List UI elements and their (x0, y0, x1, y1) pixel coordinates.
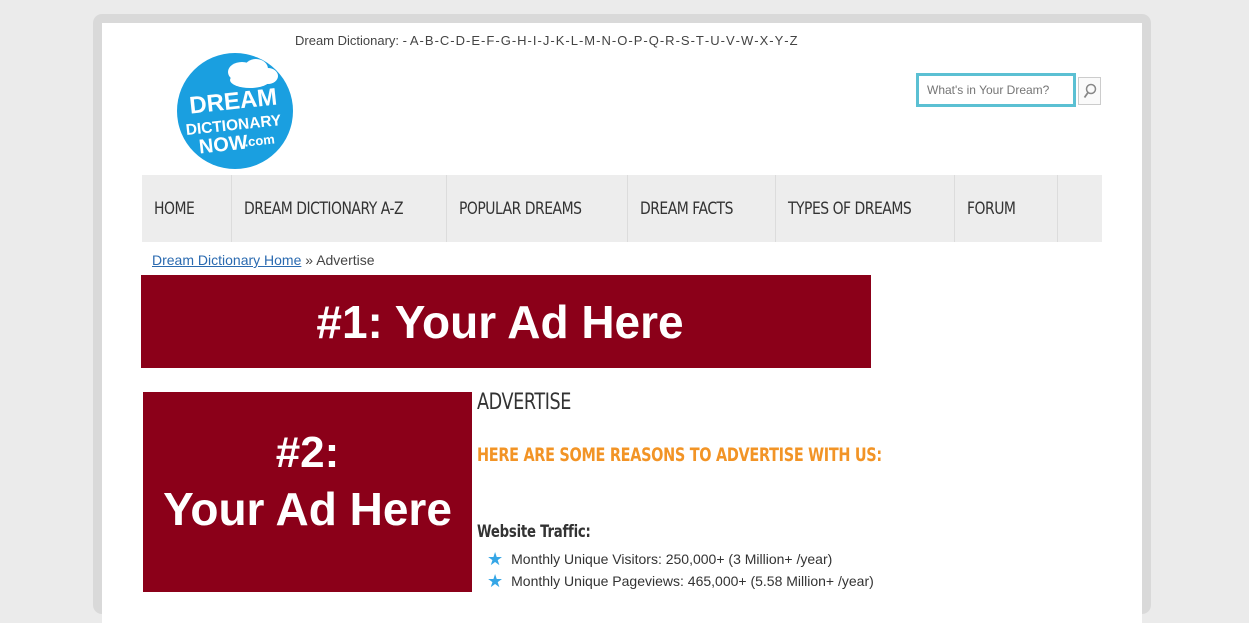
list-item: ★ Monthly Unique Visitors: 250,000+ (3 Mi… (487, 549, 833, 569)
alphabet-link-o[interactable]: O (617, 33, 627, 48)
alphabet-separator: - (550, 33, 555, 48)
alphabet-separator: - (628, 33, 633, 48)
alphabet-separator: - (450, 33, 455, 48)
alphabet-separator: - (565, 33, 570, 48)
alphabet-link-y[interactable]: Y (775, 33, 784, 48)
alphabet-link-p[interactable]: P (634, 33, 643, 48)
alphabet-separator: - (643, 33, 648, 48)
alphabet-link-s[interactable]: S (681, 33, 690, 48)
alphabet-separator: - (704, 33, 710, 48)
traffic-stats-list: ★ Monthly Unique Visitors: 250,000+ (3 Mi… (487, 548, 874, 592)
nav-home[interactable]: HOME (142, 175, 232, 242)
alphabet-separator: - (690, 33, 695, 48)
alphabet-separator: - (675, 33, 680, 48)
alphabet-separator: - (578, 33, 584, 48)
alphabet-link-m[interactable]: M (584, 33, 595, 48)
alphabet-link-i[interactable]: I (533, 33, 537, 48)
alphabet-separator: - (481, 33, 486, 48)
ad-banner-1[interactable]: #1: Your Ad Here (141, 275, 871, 368)
alphabet-separator: - (434, 33, 439, 48)
logo-line3-suffix: .com (244, 131, 276, 149)
alphabet-link-l[interactable]: L (571, 33, 578, 48)
alphabet-link-f[interactable]: F (486, 33, 494, 48)
alphabet-link-w[interactable]: W (741, 33, 753, 48)
alphabet-separator: - (511, 33, 517, 48)
breadcrumb-current: Advertise (316, 252, 375, 268)
alphabet-separator: - (720, 33, 725, 48)
alphabet-separator: - (784, 33, 789, 48)
search-input[interactable] (916, 73, 1076, 107)
alphabet-link-d[interactable]: D (456, 33, 465, 48)
ad-banner-2-line2: Your Ad Here (163, 483, 452, 535)
page-title: ADVERTISE (477, 390, 572, 415)
ad-banner-2[interactable]: #2: Your Ad Here (143, 392, 472, 592)
main-nav: HOME DREAM DICTIONARY A-Z POPULAR DREAMS… (142, 175, 1102, 242)
alphabet-link-v[interactable]: V (726, 33, 735, 48)
ad-banner-2-line1: #2: (275, 428, 340, 477)
nav-forum[interactable]: FORUM (955, 175, 1058, 242)
alphabet-link-q[interactable]: Q (649, 33, 659, 48)
star-icon: ★ (487, 549, 504, 569)
alphabet-link-r[interactable]: R (665, 33, 674, 48)
alphabet-link-a[interactable]: A (410, 33, 419, 48)
alphabet-link-c[interactable]: C (440, 33, 449, 48)
breadcrumb: Dream Dictionary Home » Advertise (152, 252, 375, 268)
alphabet-link-j[interactable]: J (543, 33, 550, 48)
alphabet-separator: - (537, 33, 542, 48)
alphabet-link-n[interactable]: N (601, 33, 610, 48)
alphabet-link-k[interactable]: K (556, 33, 565, 48)
alphabet-link-h[interactable]: H (517, 33, 526, 48)
alphabet-link-g[interactable]: G (501, 33, 511, 48)
ad-banner-1-text: #1: Your Ad Here (316, 295, 684, 348)
star-icon: ★ (487, 571, 504, 591)
reasons-heading: HERE ARE SOME REASONS TO ADVERTISE WITH … (477, 444, 882, 466)
alphabet-link-z[interactable]: Z (790, 33, 798, 48)
breadcrumb-home-link[interactable]: Dream Dictionary Home (152, 252, 301, 268)
search-button[interactable] (1078, 77, 1101, 105)
alphabet-separator: - (659, 33, 665, 48)
nav-types-of-dreams[interactable]: TYPES OF DREAMS (776, 175, 955, 242)
alphabet-separator: - (611, 33, 617, 48)
alphabet-link-e[interactable]: E (471, 33, 480, 48)
alphabet-separator: - (735, 33, 740, 48)
alphabet-separator: - (495, 33, 500, 48)
alphabet-separator: - (596, 33, 601, 48)
alphabet-link-b[interactable]: B (425, 33, 434, 48)
nav-dream-facts[interactable]: DREAM FACTS (628, 175, 776, 242)
alphabet-separator: - (754, 33, 759, 48)
site-logo[interactable]: DREAM DICTIONARY NOW .com (176, 52, 294, 170)
alphabet-link-t[interactable]: T (696, 33, 704, 48)
alphabet-label: Dream Dictionary: - (295, 33, 407, 48)
alphabet-index: Dream Dictionary: - A-B-C-D-E-F-G-H-I-J-… (295, 33, 798, 48)
traffic-heading: Website Traffic: (477, 522, 591, 542)
alphabet-separator: - (419, 33, 424, 48)
nav-dream-dictionary-a-z[interactable]: DREAM DICTIONARY A-Z (232, 175, 447, 242)
alphabet-separator: - (466, 33, 471, 48)
breadcrumb-separator: » (305, 252, 314, 268)
alphabet-separator: - (769, 33, 774, 48)
list-item: ★ Monthly Unique Pageviews: 465,000+ (5.5… (487, 571, 874, 591)
alphabet-link-u[interactable]: U (710, 33, 719, 48)
nav-popular-dreams[interactable]: POPULAR DREAMS (447, 175, 628, 242)
search-icon (1083, 83, 1096, 99)
alphabet-link-x[interactable]: X (760, 33, 769, 48)
alphabet-separator: - (527, 33, 532, 48)
